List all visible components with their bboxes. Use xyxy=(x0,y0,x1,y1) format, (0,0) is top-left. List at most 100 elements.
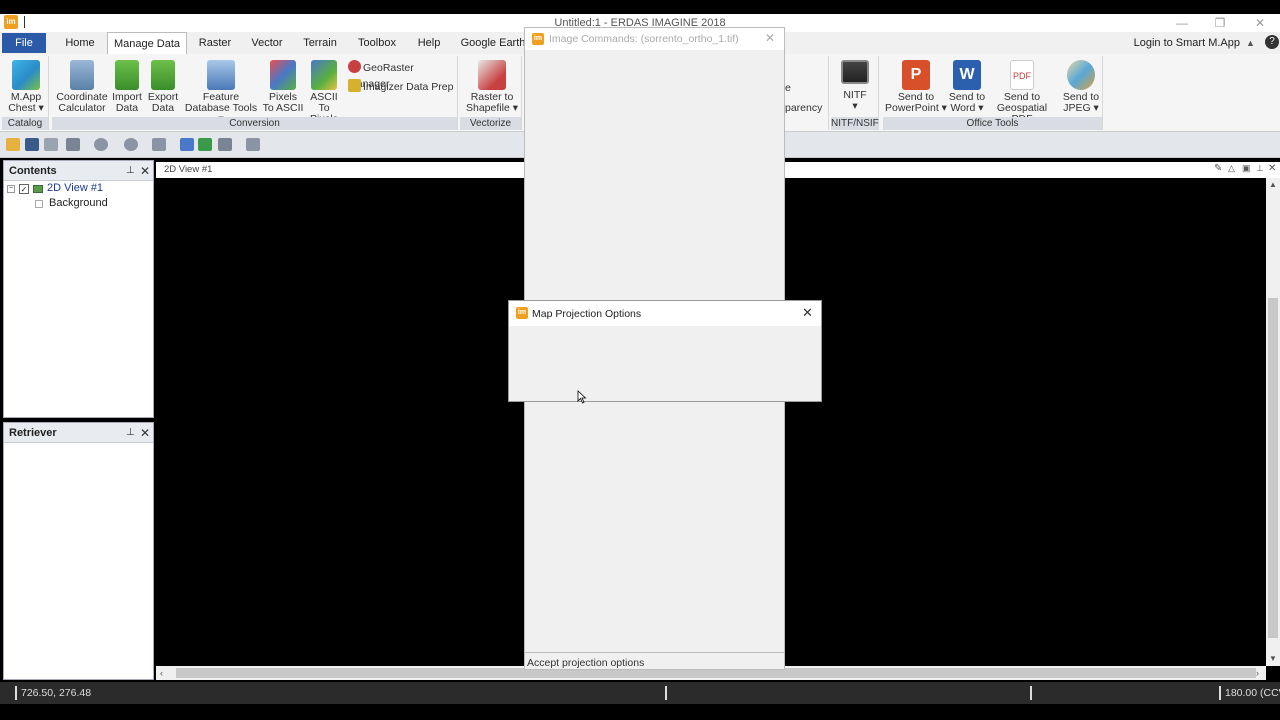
imagizer-data-prep-button[interactable]: Imagizer Data Prep xyxy=(348,79,453,95)
export-data-button[interactable]: Export Data xyxy=(146,60,180,114)
export-label-2: Data xyxy=(151,102,175,114)
scroll-arrow-icon[interactable]: ▲ xyxy=(1269,180,1277,189)
tab-toolbox[interactable]: Toolbox xyxy=(352,32,402,54)
image-commands-status: Accept projection options xyxy=(527,657,645,669)
layer-icon xyxy=(33,185,43,193)
imagizer-label: Imagizer Data Prep xyxy=(363,81,454,93)
scroll-arrow-icon[interactable]: › xyxy=(1256,668,1259,678)
status-bar: 726.50, 276.48 180.00 (CCW xyxy=(0,682,1280,704)
feature-database-tools-button[interactable]: Feature Database Tools ▾ xyxy=(182,60,260,125)
nitf-more: ▾ xyxy=(852,100,858,112)
close-icon[interactable]: ✕ xyxy=(140,423,150,443)
minimize-button[interactable]: — xyxy=(1162,14,1202,32)
catalog-group-label: Catalog xyxy=(2,117,48,130)
pdf-icon: PDF xyxy=(1010,60,1034,90)
help-icon[interactable]: ? xyxy=(1265,35,1279,49)
conversion-group-label: Conversion xyxy=(52,117,457,130)
pin-icon[interactable]: ⊥ xyxy=(1256,163,1264,174)
view-tab[interactable]: 2D View #1 xyxy=(164,164,212,175)
mapp-chest-button[interactable]: M.App Chest ▾ xyxy=(4,60,48,114)
send-to-geospatial-pdf-button[interactable]: PDF Send to Geospatial PDF xyxy=(987,60,1057,125)
app-logo: im xyxy=(532,33,544,45)
raster-to-shapefile-button[interactable]: Raster to Shapefile ▾ xyxy=(464,60,520,114)
contents-panel: Contents ⊥ ✕ − ✓ 2D View #1 Background xyxy=(3,160,154,418)
fit-view-icon[interactable] xyxy=(198,138,212,151)
pan-icon[interactable] xyxy=(152,138,166,151)
tab-raster[interactable]: Raster xyxy=(194,32,236,54)
nitf-button[interactable]: NITF ▾ xyxy=(835,60,875,112)
warning-icon[interactable]: △ xyxy=(1228,163,1235,174)
coordinate-calculator-button[interactable]: Coordinate Calculator xyxy=(54,60,110,114)
status-separator xyxy=(665,686,667,700)
vertical-scroll-thumb[interactable] xyxy=(1268,298,1278,638)
georaster-manager-button[interactable]: GeoRaster Manager xyxy=(348,60,457,90)
scroll-arrow-icon[interactable]: ‹ xyxy=(160,668,163,678)
hidden-group: e parency xyxy=(785,56,829,130)
cursor-coordinates: 726.50, 276.48 xyxy=(21,687,92,699)
undo-icon[interactable] xyxy=(44,138,58,151)
background-tree-item[interactable]: Background xyxy=(49,197,108,209)
raster-to-shapefile-icon xyxy=(478,60,506,90)
word-icon: W xyxy=(953,60,981,90)
close-icon[interactable]: ✕ xyxy=(765,31,775,45)
send-to-jpeg-button[interactable]: Send to JPEG ▾ xyxy=(1059,60,1103,114)
background-checkbox-icon[interactable] xyxy=(35,200,43,208)
close-icon[interactable]: ✕ xyxy=(1268,163,1276,174)
inquire-icon[interactable] xyxy=(180,138,194,151)
tab-file[interactable]: File xyxy=(2,33,46,53)
hidden-label-e: e xyxy=(785,82,791,94)
app-logo: im xyxy=(516,307,528,319)
image-commands-title: Image Commands: (sorrento_ortho_1.tif) xyxy=(549,33,739,45)
transparency-label[interactable]: parency xyxy=(785,102,822,114)
vertical-scrollbar[interactable]: ▲ ▼ xyxy=(1266,178,1280,666)
zoom-in-icon[interactable] xyxy=(94,138,108,151)
import-data-button[interactable]: Import Data xyxy=(110,60,144,114)
pin-icon[interactable]: ⊥ xyxy=(126,423,136,443)
pixels-to-ascii-button[interactable]: Pixels To ASCII xyxy=(262,60,304,114)
scroll-arrow-icon[interactable]: ▼ xyxy=(1269,654,1277,663)
tab-terrain[interactable]: Terrain xyxy=(297,32,343,54)
pin-icon[interactable]: ⊥ xyxy=(126,161,136,181)
jpeg-palette-icon xyxy=(1067,60,1095,90)
raster-label-2: Shapefile ▾ xyxy=(466,102,518,114)
image-commands-titlebar: im Image Commands: (sorrento_ortho_1.tif… xyxy=(525,28,784,50)
status-separator xyxy=(1030,686,1032,700)
tree-collapse-icon[interactable]: − xyxy=(7,185,15,193)
ascii-label-1: ASCII To xyxy=(310,91,338,114)
conversion-group: Coordinate Calculator Import Data Export… xyxy=(52,56,458,130)
open-icon[interactable] xyxy=(6,138,20,151)
measure-icon[interactable] xyxy=(246,138,260,151)
close-icon[interactable]: ✕ xyxy=(140,161,150,181)
tab-manage-data[interactable]: Manage Data xyxy=(107,32,187,54)
login-smart-mapp-link[interactable]: Login to Smart M.App xyxy=(1134,32,1240,54)
calculator-icon xyxy=(70,60,94,90)
app-logo[interactable]: im xyxy=(4,15,18,29)
vectorize-group: Raster to Shapefile ▾ Vectorize xyxy=(460,56,522,130)
tab-vector[interactable]: Vector xyxy=(245,32,289,54)
restore-button[interactable]: ❐ xyxy=(1200,14,1240,32)
grid-icon[interactable] xyxy=(218,138,232,151)
send-to-powerpoint-button[interactable]: P Send to PowerPoint ▾ xyxy=(885,60,947,114)
close-window-button[interactable]: ✕ xyxy=(1240,14,1280,32)
collapse-ribbon-icon[interactable]: ▲ xyxy=(1246,32,1258,54)
tab-google-earth[interactable]: Google Earth xyxy=(458,32,528,54)
select-arrow-icon[interactable] xyxy=(66,138,80,151)
imagizer-icon xyxy=(348,79,361,92)
nitf-group: NITF ▾ NITF/NSIF xyxy=(831,56,879,130)
pen-icon[interactable]: ✎ xyxy=(1214,163,1222,174)
vectorize-group-label: Vectorize xyxy=(460,117,521,130)
send-to-word-button[interactable]: W Send to Word ▾ xyxy=(947,60,987,114)
tab-home[interactable]: Home xyxy=(58,32,102,54)
save-icon[interactable] xyxy=(25,138,39,151)
ascii-to-pixels-button[interactable]: ASCII To Pixels xyxy=(304,60,344,125)
checkbox-icon[interactable]: ✓ xyxy=(19,184,29,194)
export-data-icon xyxy=(151,60,175,90)
feature-database-icon xyxy=(207,60,235,90)
lock-icon[interactable]: ▣ xyxy=(1242,163,1251,174)
close-icon[interactable]: ✕ xyxy=(802,305,813,321)
view-tree-item[interactable]: 2D View #1 xyxy=(47,182,103,194)
tab-help[interactable]: Help xyxy=(410,32,448,54)
office-tools-group-label: Office Tools xyxy=(883,117,1102,130)
retriever-panel: Retriever ⊥ ✕ xyxy=(3,422,154,680)
zoom-out-icon[interactable] xyxy=(124,138,138,151)
